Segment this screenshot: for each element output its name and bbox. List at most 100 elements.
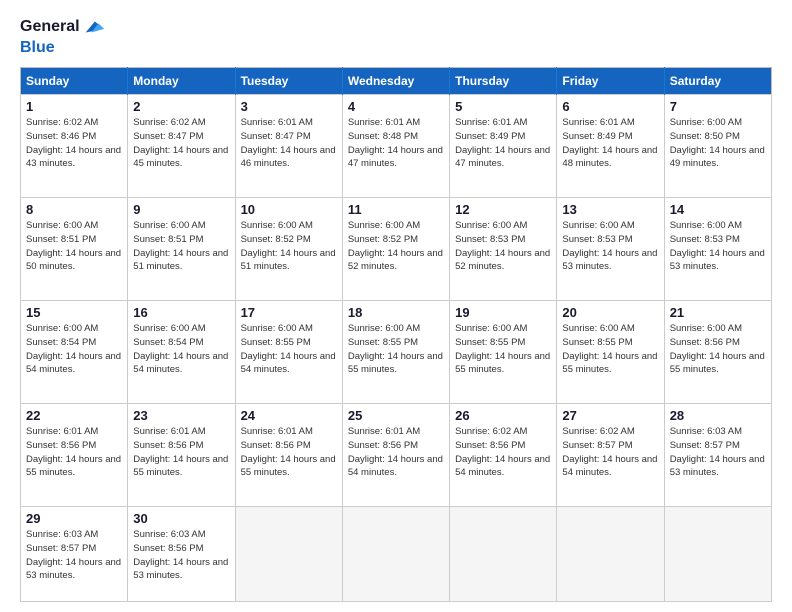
day-number: 8 (26, 202, 122, 217)
day-info: Sunrise: 6:00 AMSunset: 8:51 PMDaylight:… (133, 219, 229, 274)
calendar-cell: 3 Sunrise: 6:01 AMSunset: 8:47 PMDaylight… (235, 95, 342, 198)
day-number: 16 (133, 305, 229, 320)
day-info: Sunrise: 6:02 AMSunset: 8:57 PMDaylight:… (562, 425, 658, 480)
day-header-wednesday: Wednesday (342, 68, 449, 95)
calendar-cell (664, 507, 771, 602)
day-number: 6 (562, 99, 658, 114)
calendar-cell: 2 Sunrise: 6:02 AMSunset: 8:47 PMDaylight… (128, 95, 235, 198)
day-info: Sunrise: 6:00 AMSunset: 8:55 PMDaylight:… (562, 322, 658, 377)
day-number: 22 (26, 408, 122, 423)
day-info: Sunrise: 6:01 AMSunset: 8:56 PMDaylight:… (26, 425, 122, 480)
day-number: 24 (241, 408, 337, 423)
day-number: 1 (26, 99, 122, 114)
day-number: 7 (670, 99, 766, 114)
day-number: 20 (562, 305, 658, 320)
calendar-cell: 30Sunrise: 6:03 AMSunset: 8:56 PMDayligh… (128, 507, 235, 602)
day-header-thursday: Thursday (450, 68, 557, 95)
day-info: Sunrise: 6:00 AMSunset: 8:54 PMDaylight:… (133, 322, 229, 377)
day-number: 28 (670, 408, 766, 423)
day-info: Sunrise: 6:02 AMSunset: 8:47 PMDaylight:… (133, 116, 229, 171)
day-number: 29 (26, 511, 122, 526)
calendar-cell: 5 Sunrise: 6:01 AMSunset: 8:49 PMDaylight… (450, 95, 557, 198)
calendar-body: 1 Sunrise: 6:02 AMSunset: 8:46 PMDaylight… (21, 95, 772, 602)
calendar-cell: 17 Sunrise: 6:00 AMSunset: 8:55 PMDayligh… (235, 301, 342, 404)
day-number: 9 (133, 202, 229, 217)
day-info: Sunrise: 6:00 AMSunset: 8:53 PMDaylight:… (562, 219, 658, 274)
day-number: 3 (241, 99, 337, 114)
calendar-cell: 10 Sunrise: 6:00 AMSunset: 8:52 PMDayligh… (235, 198, 342, 301)
calendar-cell: 25 Sunrise: 6:01 AMSunset: 8:56 PMDayligh… (342, 404, 449, 507)
day-info: Sunrise: 6:01 AMSunset: 8:49 PMDaylight:… (455, 116, 551, 171)
day-info: Sunrise: 6:01 AMSunset: 8:47 PMDaylight:… (241, 116, 337, 171)
day-info: Sunrise: 6:01 AMSunset: 8:56 PMDaylight:… (133, 425, 229, 480)
header: General Blue (20, 16, 772, 57)
calendar-cell: 13Sunrise: 6:00 AMSunset: 8:53 PMDayligh… (557, 198, 664, 301)
day-number: 15 (26, 305, 122, 320)
calendar-cell: 28 Sunrise: 6:03 AMSunset: 8:57 PMDayligh… (664, 404, 771, 507)
calendar-cell (342, 507, 449, 602)
calendar-cell: 6 Sunrise: 6:01 AMSunset: 8:49 PMDaylight… (557, 95, 664, 198)
day-number: 26 (455, 408, 551, 423)
calendar-cell: 15 Sunrise: 6:00 AMSunset: 8:54 PMDayligh… (21, 301, 128, 404)
calendar-cell: 7 Sunrise: 6:00 AMSunset: 8:50 PMDaylight… (664, 95, 771, 198)
day-info: Sunrise: 6:00 AMSunset: 8:55 PMDaylight:… (348, 322, 444, 377)
day-number: 23 (133, 408, 229, 423)
day-number: 21 (670, 305, 766, 320)
calendar-week-3: 15 Sunrise: 6:00 AMSunset: 8:54 PMDayligh… (21, 301, 772, 404)
day-info: Sunrise: 6:01 AMSunset: 8:56 PMDaylight:… (241, 425, 337, 480)
day-info: Sunrise: 6:00 AMSunset: 8:54 PMDaylight:… (26, 322, 122, 377)
day-number: 12 (455, 202, 551, 217)
day-info: Sunrise: 6:02 AMSunset: 8:46 PMDaylight:… (26, 116, 122, 171)
day-number: 2 (133, 99, 229, 114)
logo-text: General (20, 17, 80, 36)
day-number: 10 (241, 202, 337, 217)
calendar-cell: 22 Sunrise: 6:01 AMSunset: 8:56 PMDayligh… (21, 404, 128, 507)
day-header-friday: Friday (557, 68, 664, 95)
day-info: Sunrise: 6:00 AMSunset: 8:52 PMDaylight:… (241, 219, 337, 274)
calendar-cell (557, 507, 664, 602)
day-number: 30 (133, 511, 229, 526)
day-header-tuesday: Tuesday (235, 68, 342, 95)
calendar-header-row: SundayMondayTuesdayWednesdayThursdayFrid… (21, 68, 772, 95)
calendar-cell: 18Sunrise: 6:00 AMSunset: 8:55 PMDayligh… (342, 301, 449, 404)
calendar-week-4: 22 Sunrise: 6:01 AMSunset: 8:56 PMDayligh… (21, 404, 772, 507)
day-header-saturday: Saturday (664, 68, 771, 95)
day-info: Sunrise: 6:00 AMSunset: 8:51 PMDaylight:… (26, 219, 122, 274)
calendar-cell: 9 Sunrise: 6:00 AMSunset: 8:51 PMDaylight… (128, 198, 235, 301)
day-info: Sunrise: 6:03 AMSunset: 8:57 PMDaylight:… (26, 528, 122, 583)
logo-blue-text: Blue (20, 38, 104, 57)
day-number: 25 (348, 408, 444, 423)
day-info: Sunrise: 6:00 AMSunset: 8:53 PMDaylight:… (455, 219, 551, 274)
calendar-cell: 27Sunrise: 6:02 AMSunset: 8:57 PMDayligh… (557, 404, 664, 507)
day-number: 4 (348, 99, 444, 114)
day-info: Sunrise: 6:00 AMSunset: 8:50 PMDaylight:… (670, 116, 766, 171)
day-info: Sunrise: 6:01 AMSunset: 8:49 PMDaylight:… (562, 116, 658, 171)
calendar-cell: 12 Sunrise: 6:00 AMSunset: 8:53 PMDayligh… (450, 198, 557, 301)
calendar-week-1: 1 Sunrise: 6:02 AMSunset: 8:46 PMDaylight… (21, 95, 772, 198)
calendar-cell (235, 507, 342, 602)
day-number: 5 (455, 99, 551, 114)
calendar-cell: 14 Sunrise: 6:00 AMSunset: 8:53 PMDayligh… (664, 198, 771, 301)
day-info: Sunrise: 6:00 AMSunset: 8:55 PMDaylight:… (241, 322, 337, 377)
calendar-cell: 8 Sunrise: 6:00 AMSunset: 8:51 PMDaylight… (21, 198, 128, 301)
calendar-cell: 16 Sunrise: 6:00 AMSunset: 8:54 PMDayligh… (128, 301, 235, 404)
calendar-cell: 21Sunrise: 6:00 AMSunset: 8:56 PMDayligh… (664, 301, 771, 404)
day-info: Sunrise: 6:02 AMSunset: 8:56 PMDaylight:… (455, 425, 551, 480)
day-number: 11 (348, 202, 444, 217)
calendar-cell: 11 Sunrise: 6:00 AMSunset: 8:52 PMDayligh… (342, 198, 449, 301)
day-number: 19 (455, 305, 551, 320)
day-info: Sunrise: 6:00 AMSunset: 8:53 PMDaylight:… (670, 219, 766, 274)
day-number: 17 (241, 305, 337, 320)
day-number: 14 (670, 202, 766, 217)
calendar-cell: 4 Sunrise: 6:01 AMSunset: 8:48 PMDaylight… (342, 95, 449, 198)
day-info: Sunrise: 6:00 AMSunset: 8:52 PMDaylight:… (348, 219, 444, 274)
day-info: Sunrise: 6:01 AMSunset: 8:56 PMDaylight:… (348, 425, 444, 480)
page: General Blue SundayMondayTuesdayWednesda… (0, 0, 792, 612)
day-info: Sunrise: 6:03 AMSunset: 8:57 PMDaylight:… (670, 425, 766, 480)
logo: General Blue (20, 16, 104, 57)
calendar-cell: 19Sunrise: 6:00 AMSunset: 8:55 PMDayligh… (450, 301, 557, 404)
calendar-cell: 20 Sunrise: 6:00 AMSunset: 8:55 PMDayligh… (557, 301, 664, 404)
calendar-week-5: 29 Sunrise: 6:03 AMSunset: 8:57 PMDayligh… (21, 507, 772, 602)
calendar-cell (450, 507, 557, 602)
day-info: Sunrise: 6:01 AMSunset: 8:48 PMDaylight:… (348, 116, 444, 171)
